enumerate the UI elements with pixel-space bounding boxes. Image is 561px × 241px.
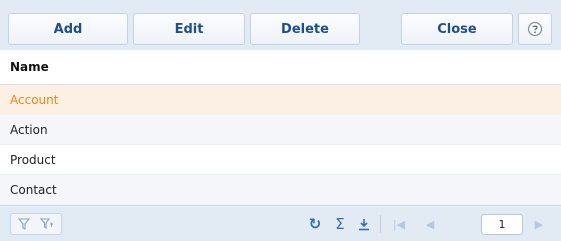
page-number-input[interactable]: 1: [481, 214, 523, 235]
edit-button[interactable]: Edit: [133, 13, 245, 45]
table-row[interactable]: Account: [0, 85, 561, 115]
next-page-icon[interactable]: ▶: [528, 214, 550, 234]
column-header-name[interactable]: Name: [0, 50, 561, 85]
advanced-filter-icon[interactable]: [36, 214, 58, 234]
toolbar: Add Edit Delete Close: [0, 0, 561, 50]
grid-footer: ↻ Σ |◀ ◀ 1 ▶: [0, 205, 561, 241]
footer-divider: [380, 215, 381, 233]
table-row[interactable]: Action: [0, 115, 561, 145]
help-icon: [527, 21, 543, 37]
previous-page-icon[interactable]: ◀: [419, 214, 441, 234]
summary-icon[interactable]: Σ: [329, 214, 351, 234]
close-button[interactable]: Close: [401, 13, 513, 45]
export-icon[interactable]: [353, 214, 375, 234]
delete-button[interactable]: Delete: [250, 13, 360, 45]
table-row[interactable]: Contact: [0, 175, 561, 205]
help-button[interactable]: [518, 13, 552, 45]
filter-icon[interactable]: [13, 214, 35, 234]
table-row[interactable]: Product: [0, 145, 561, 175]
add-button[interactable]: Add: [8, 13, 128, 45]
refresh-icon[interactable]: ↻: [304, 214, 326, 234]
first-page-icon[interactable]: |◀: [388, 214, 410, 234]
